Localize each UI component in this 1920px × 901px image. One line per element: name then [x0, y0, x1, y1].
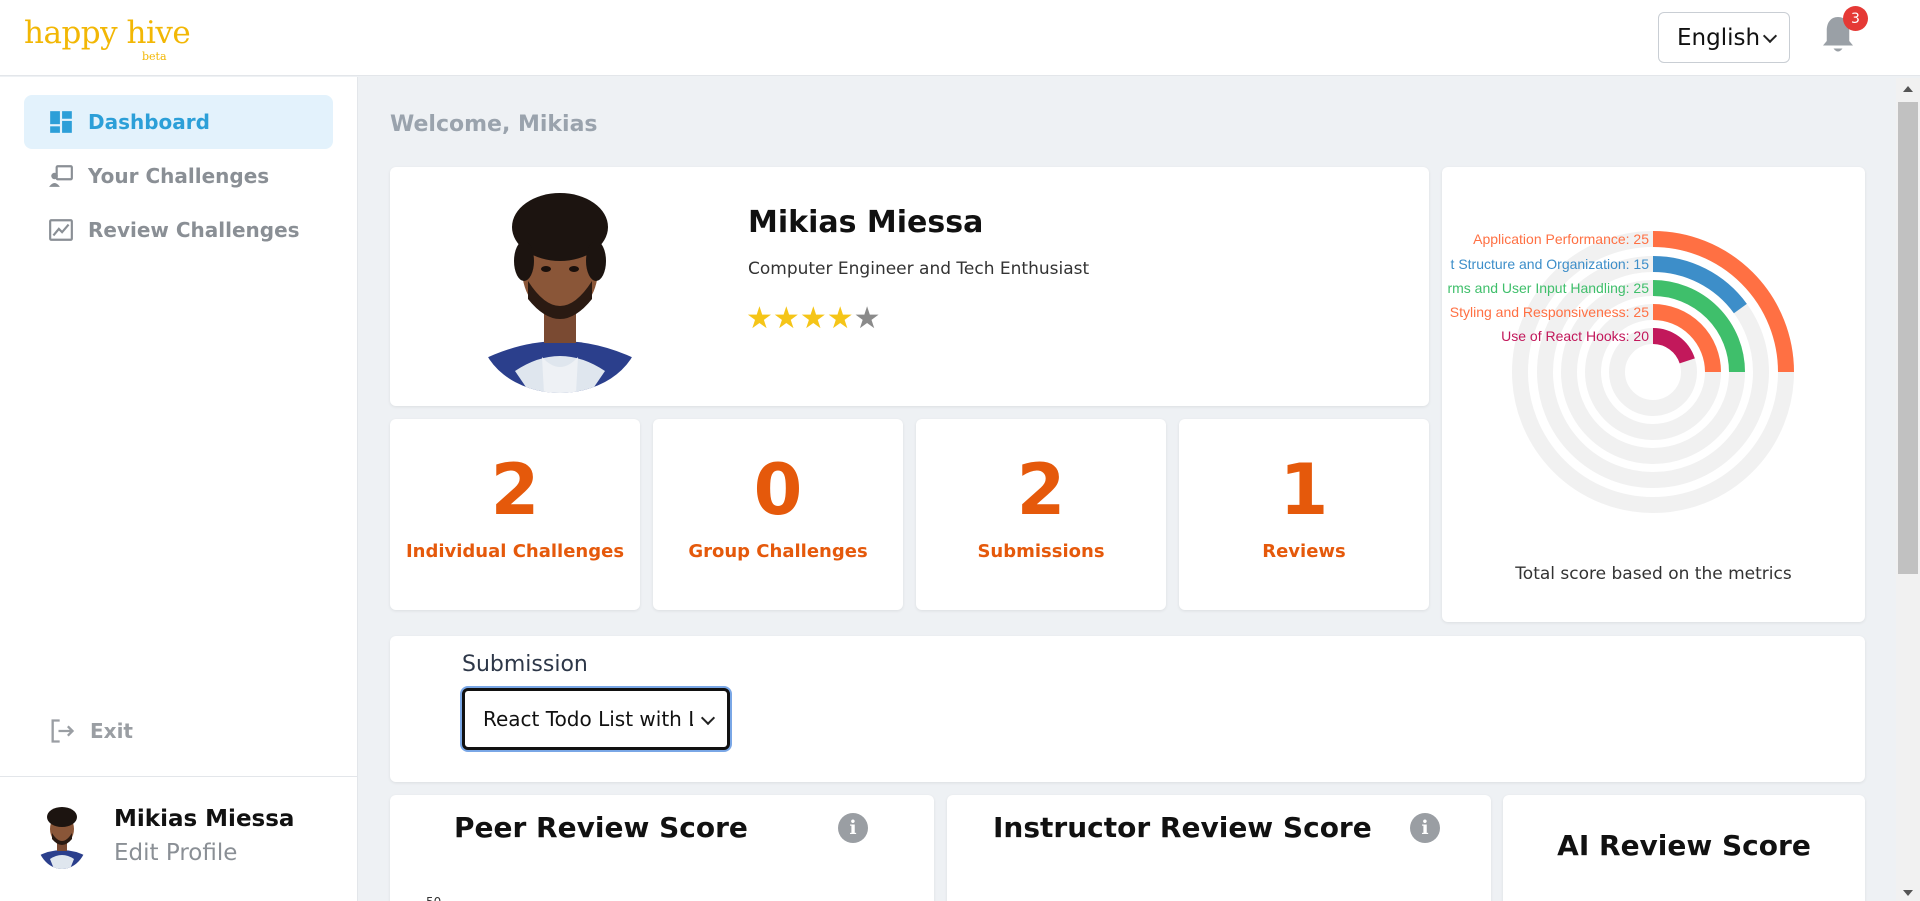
submission-label: Submission [462, 652, 588, 677]
beta-badge: beta [142, 50, 167, 63]
stat-value: 2 [1016, 449, 1066, 531]
dashboard-icon [50, 111, 72, 133]
submission-card: Submission React Todo List with Loc [390, 636, 1865, 782]
stat-card-group-challenges[interactable]: 0 Group Challenges [653, 419, 903, 610]
sidebar-item-label: Your Challenges [88, 164, 270, 188]
submission-select[interactable]: React Todo List with Loc [462, 688, 730, 750]
stat-value: 1 [1279, 449, 1329, 531]
star-empty-icon: ★ [853, 301, 881, 336]
profile-title: Computer Engineer and Tech Enthusiast [748, 259, 1090, 279]
sidebar-item-your-challenges[interactable]: Your Challenges [24, 149, 333, 203]
edit-profile-link[interactable]: Edit Profile [114, 840, 294, 866]
stat-label: Reviews [1262, 541, 1346, 562]
stat-label: Individual Challenges [405, 541, 625, 562]
review-icon [49, 219, 73, 241]
profile-name: Mikias Miessa [748, 205, 984, 240]
ai-review-title: AI Review Score [1557, 829, 1811, 862]
profile-photo [480, 181, 640, 393]
exit-button[interactable]: Exit [48, 717, 133, 745]
star-filled-icon: ★ [826, 301, 854, 336]
radial-bar-label: Application Performance: 25 [1473, 231, 1649, 247]
radial-bar-chart: Application Performance: 25 t Structure a… [1447, 231, 1794, 513]
logout-icon [51, 719, 75, 743]
scrollbar-thumb[interactable] [1898, 102, 1918, 574]
radial-bar-label: Use of React Hooks: 20 [1501, 328, 1649, 344]
logo-text: happy hive [24, 15, 191, 51]
peer-review-score-card: Peer Review Score i 50 [390, 795, 934, 901]
sidebar-item-label: Review Challenges [88, 218, 300, 242]
star-filled-icon: ★ [772, 301, 800, 336]
stat-card-submissions[interactable]: 2 Submissions [916, 419, 1166, 610]
peer-review-title: Peer Review Score [454, 811, 748, 844]
radial-bar[interactable] [1652, 328, 1695, 364]
stat-value: 0 [753, 449, 803, 531]
instructor-review-score-card: Instructor Review Score i [947, 795, 1491, 901]
radial-bar-label: Styling and Responsiveness: 25 [1450, 304, 1649, 320]
sidebar: Dashboard Your Challenges Review Challen… [0, 77, 358, 901]
stat-label: Submissions [977, 541, 1105, 562]
chart-caption: Total score based on the metrics [1515, 564, 1792, 584]
ai-review-score-card: AI Review Score [1503, 795, 1865, 901]
sidebar-divider [0, 776, 358, 777]
avatar[interactable] [36, 803, 88, 869]
submission-selected-value: React Todo List with Loc [483, 707, 693, 731]
notification-badge: 3 [1843, 6, 1868, 31]
stat-value: 2 [490, 449, 540, 531]
radial-bar-label: rms and User Input Handling: 25 [1447, 280, 1649, 296]
app-logo[interactable]: happy hive beta [24, 15, 191, 64]
top-bar: happy hive beta English 3 [0, 0, 1920, 76]
sidebar-user[interactable]: Mikias Miessa Edit Profile [36, 803, 294, 869]
scroll-down-arrow[interactable] [1903, 890, 1913, 896]
profile-card: Mikias Miessa Computer Engineer and Tech… [390, 167, 1429, 406]
stat-card-reviews[interactable]: 1 Reviews [1179, 419, 1429, 610]
star-filled-icon: ★ [746, 301, 773, 336]
rating-stars: ★★★★★ [746, 301, 881, 336]
stat-card-individual-challenges[interactable]: 2 Individual Challenges [390, 419, 640, 610]
exit-label: Exit [90, 719, 133, 743]
sidebar-item-dashboard[interactable]: Dashboard [24, 95, 333, 149]
info-icon[interactable]: i [1410, 813, 1440, 843]
stat-label: Group Challenges [688, 541, 868, 562]
chevron-down-icon [1762, 28, 1778, 44]
language-value: English [1677, 24, 1761, 51]
challenges-icon [49, 165, 73, 187]
sidebar-item-review-challenges[interactable]: Review Challenges [24, 203, 333, 257]
star-filled-icon: ★ [799, 301, 827, 336]
sidebar-item-label: Dashboard [88, 110, 210, 134]
user-name: Mikias Miessa [114, 806, 295, 832]
instructor-review-title: Instructor Review Score [993, 811, 1372, 844]
radial-bar-label: t Structure and Organization: 15 [1451, 256, 1650, 272]
scroll-up-arrow[interactable] [1903, 86, 1913, 92]
info-icon[interactable]: i [838, 813, 868, 843]
language-select[interactable]: English [1658, 12, 1790, 63]
chevron-down-icon [700, 710, 716, 726]
metrics-radial-chart-card: Application Performance: 25 t Structure a… [1442, 167, 1865, 622]
axis-tick-label: 50 [426, 895, 441, 901]
welcome-heading: Welcome, Mikias [390, 112, 598, 137]
